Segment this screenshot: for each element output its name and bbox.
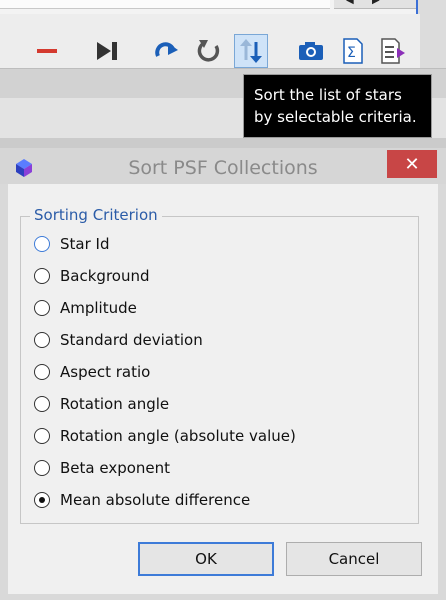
psf-toolbar: Σ bbox=[0, 14, 420, 68]
option-aspect-ratio[interactable]: Aspect ratio bbox=[34, 360, 150, 384]
option-star-id[interactable]: Star Id bbox=[34, 232, 109, 256]
option-rotation-angle[interactable]: Rotation angle bbox=[34, 392, 169, 416]
ok-button[interactable]: OK bbox=[138, 542, 274, 576]
option-mean-absolute-difference[interactable]: Mean absolute difference bbox=[34, 488, 250, 512]
cancel-button[interactable]: Cancel bbox=[286, 542, 422, 576]
radio-button[interactable] bbox=[34, 236, 50, 252]
option-label: Beta exponent bbox=[60, 459, 171, 477]
option-rotation-angle-absolute[interactable]: Rotation angle (absolute value) bbox=[34, 424, 296, 448]
sort-psf-dialog: Sort PSF Collections ✕ Sorting Criterion… bbox=[0, 148, 446, 600]
sort-tooltip: Sort the list of stars by selectable cri… bbox=[243, 74, 432, 138]
dialog-title: Sort PSF Collections bbox=[128, 157, 318, 179]
option-label: Standard deviation bbox=[60, 331, 203, 349]
group-title: Sorting Criterion bbox=[30, 206, 162, 224]
camera-icon[interactable] bbox=[296, 36, 326, 66]
radio-button[interactable] bbox=[34, 492, 50, 508]
close-button[interactable]: ✕ bbox=[387, 150, 437, 178]
radio-button[interactable] bbox=[34, 332, 50, 348]
background-window-top: ◀ ▶ bbox=[0, 0, 446, 14]
scroll-left-arrow-icon[interactable]: ◀ bbox=[346, 0, 354, 6]
option-label: Background bbox=[60, 267, 150, 285]
background-text-field bbox=[0, 0, 330, 9]
dialog-client-area: Sorting Criterion Star Id Background Amp… bbox=[8, 184, 438, 594]
option-label: Aspect ratio bbox=[60, 363, 151, 381]
radio-button[interactable] bbox=[34, 428, 50, 444]
dialog-titlebar[interactable]: Sort PSF Collections ✕ bbox=[0, 148, 446, 184]
background-panel-divider bbox=[0, 138, 446, 148]
minus-icon[interactable] bbox=[32, 36, 62, 66]
sort-icon[interactable] bbox=[234, 34, 268, 68]
radio-button[interactable] bbox=[34, 300, 50, 316]
radio-button[interactable] bbox=[34, 364, 50, 380]
radio-button[interactable] bbox=[34, 460, 50, 476]
undo-icon[interactable] bbox=[194, 36, 224, 66]
scroll-right-arrow-icon[interactable]: ▶ bbox=[372, 0, 380, 6]
option-background[interactable]: Background bbox=[34, 264, 150, 288]
close-icon[interactable]: ✕ bbox=[404, 154, 419, 175]
svg-text:Σ: Σ bbox=[347, 45, 356, 61]
redo-icon[interactable] bbox=[152, 36, 182, 66]
option-label: Star Id bbox=[60, 235, 110, 253]
option-label: Rotation angle bbox=[60, 395, 170, 413]
export-document-icon[interactable] bbox=[378, 36, 408, 66]
option-standard-deviation[interactable]: Standard deviation bbox=[34, 328, 203, 352]
background-scrollbar[interactable]: ◀ ▶ bbox=[334, 0, 416, 9]
sigma-document-icon[interactable]: Σ bbox=[338, 36, 368, 66]
option-label: Rotation angle (absolute value) bbox=[60, 427, 296, 445]
option-beta-exponent[interactable]: Beta exponent bbox=[34, 456, 170, 480]
option-label: Mean absolute difference bbox=[60, 491, 251, 509]
radio-button[interactable] bbox=[34, 396, 50, 412]
radio-button[interactable] bbox=[34, 268, 50, 284]
skip-to-end-icon[interactable] bbox=[92, 36, 122, 66]
option-amplitude[interactable]: Amplitude bbox=[34, 296, 137, 320]
option-label: Amplitude bbox=[60, 299, 137, 317]
